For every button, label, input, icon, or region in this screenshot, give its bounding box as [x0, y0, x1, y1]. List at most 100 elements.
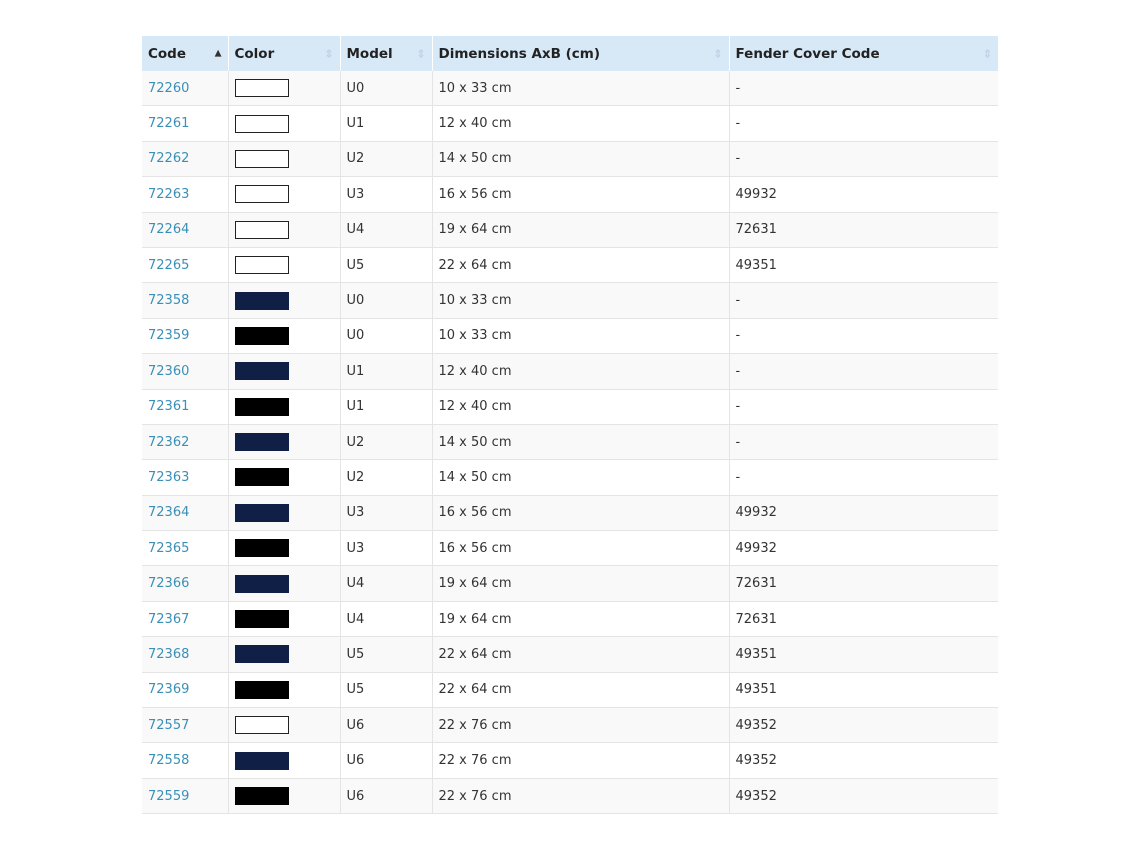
cell-color [228, 672, 341, 709]
cell-model: U3 [340, 530, 433, 567]
color-swatch-white [234, 716, 289, 735]
product-code-link[interactable]: 72363 [148, 470, 189, 485]
cell-model: U6 [340, 707, 433, 744]
sort-neutral-icon: ⇕ [713, 47, 723, 60]
cell-color [228, 71, 341, 107]
table-row: 72263 U3 16 x 56 cm 49932 [142, 176, 998, 213]
product-code-link[interactable]: 72261 [148, 116, 189, 131]
color-swatch-white [234, 79, 289, 98]
product-code-link[interactable]: 72358 [148, 293, 189, 308]
product-code-link[interactable]: 72263 [148, 187, 189, 202]
cell-fender-cover-code: - [729, 353, 998, 390]
product-code-link[interactable]: 72559 [148, 789, 189, 804]
column-header-model[interactable]: Model ⇕ [340, 36, 433, 71]
sort-neutral-icon: ⇕ [416, 47, 426, 60]
cell-color [228, 247, 341, 284]
cell-model: U0 [340, 318, 433, 355]
cell-dimensions: 12 x 40 cm [432, 389, 730, 425]
color-swatch-navy [234, 433, 289, 452]
table-row: 72360 U1 12 x 40 cm - [142, 353, 998, 390]
cell-code: 72364 [142, 495, 229, 532]
product-code-link[interactable]: 72262 [148, 151, 189, 166]
product-code-link[interactable]: 72361 [148, 399, 189, 414]
cell-dimensions: 22 x 64 cm [432, 247, 730, 284]
column-header-code[interactable]: Code ▲ [142, 36, 229, 71]
table-row: 72261 U1 12 x 40 cm - [142, 105, 998, 142]
cell-model: U5 [340, 247, 433, 284]
table-body: 72260 U0 10 x 33 cm -72261 U1 12 x 40 cm -7226… [142, 71, 998, 815]
cell-code: 72262 [142, 141, 229, 178]
cell-fender-cover-code: 72631 [729, 212, 998, 248]
column-header-dimensions[interactable]: Dimensions AxB (cm) ⇕ [432, 36, 730, 71]
cell-dimensions: 10 x 33 cm [432, 318, 730, 355]
cell-model: U6 [340, 742, 433, 779]
column-header-color[interactable]: Color ⇕ [228, 36, 341, 71]
table-row: 72358 U0 10 x 33 cm - [142, 282, 998, 319]
cell-fender-cover-code: 49932 [729, 495, 998, 532]
cell-color [228, 176, 341, 213]
product-code-link[interactable]: 72359 [148, 328, 189, 343]
cell-color [228, 141, 341, 178]
cell-code: 72261 [142, 105, 229, 142]
cell-color [228, 105, 341, 142]
color-swatch-black [234, 610, 289, 629]
cell-color [228, 636, 341, 673]
product-code-link[interactable]: 72364 [148, 505, 189, 520]
cell-color [228, 778, 341, 815]
product-code-link[interactable]: 72365 [148, 541, 189, 556]
cell-color [228, 424, 341, 461]
cell-dimensions: 14 x 50 cm [432, 459, 730, 496]
cell-model: U5 [340, 672, 433, 709]
cell-dimensions: 12 x 40 cm [432, 105, 730, 142]
product-code-link[interactable]: 72264 [148, 222, 189, 237]
cell-code: 72559 [142, 778, 229, 815]
cell-model: U0 [340, 282, 433, 319]
cell-color [228, 707, 341, 744]
cell-model: U4 [340, 565, 433, 602]
product-code-link[interactable]: 72360 [148, 364, 189, 379]
table-row: 72366 U4 19 x 64 cm 72631 [142, 565, 998, 602]
table-row: 72264 U4 19 x 64 cm 72631 [142, 212, 998, 248]
cell-color [228, 565, 341, 602]
cell-fender-cover-code: - [729, 318, 998, 355]
cell-fender-cover-code: - [729, 459, 998, 496]
cell-fender-cover-code: - [729, 282, 998, 319]
cell-model: U1 [340, 389, 433, 425]
sort-neutral-icon: ⇕ [324, 47, 334, 60]
product-code-link[interactable]: 72368 [148, 647, 189, 662]
cell-fender-cover-code: 72631 [729, 565, 998, 602]
cell-color [228, 530, 341, 567]
product-code-link[interactable]: 72367 [148, 612, 189, 627]
product-table-container: Code ▲ Color ⇕ Model ⇕ Dimensions AxB (c… [142, 36, 998, 815]
cell-color [228, 282, 341, 319]
cell-model: U3 [340, 495, 433, 532]
cell-code: 72369 [142, 672, 229, 709]
product-code-link[interactable]: 72558 [148, 753, 189, 768]
column-header-fender-cover-code[interactable]: Fender Cover Code ⇕ [729, 36, 998, 71]
cell-color [228, 742, 341, 779]
cell-fender-cover-code: 49352 [729, 778, 998, 815]
cell-code: 72361 [142, 389, 229, 425]
cell-code: 72359 [142, 318, 229, 355]
product-code-link[interactable]: 72265 [148, 258, 189, 273]
cell-code: 72558 [142, 742, 229, 779]
cell-color [228, 459, 341, 496]
cell-dimensions: 19 x 64 cm [432, 212, 730, 248]
cell-dimensions: 16 x 56 cm [432, 176, 730, 213]
cell-code: 72365 [142, 530, 229, 567]
product-code-link[interactable]: 72260 [148, 81, 189, 96]
cell-model: U5 [340, 636, 433, 673]
cell-fender-cover-code: 49352 [729, 742, 998, 779]
product-code-link[interactable]: 72557 [148, 718, 189, 733]
product-code-link[interactable]: 72362 [148, 435, 189, 450]
table-row: 72363 U2 14 x 50 cm - [142, 459, 998, 496]
cell-model: U1 [340, 353, 433, 390]
product-code-link[interactable]: 72366 [148, 576, 189, 591]
cell-code: 72260 [142, 71, 229, 107]
cell-fender-cover-code: 49352 [729, 707, 998, 744]
cell-fender-cover-code: 72631 [729, 601, 998, 638]
product-code-link[interactable]: 72369 [148, 682, 189, 697]
cell-color [228, 212, 341, 248]
cell-model: U0 [340, 71, 433, 107]
color-swatch-navy [234, 291, 289, 310]
